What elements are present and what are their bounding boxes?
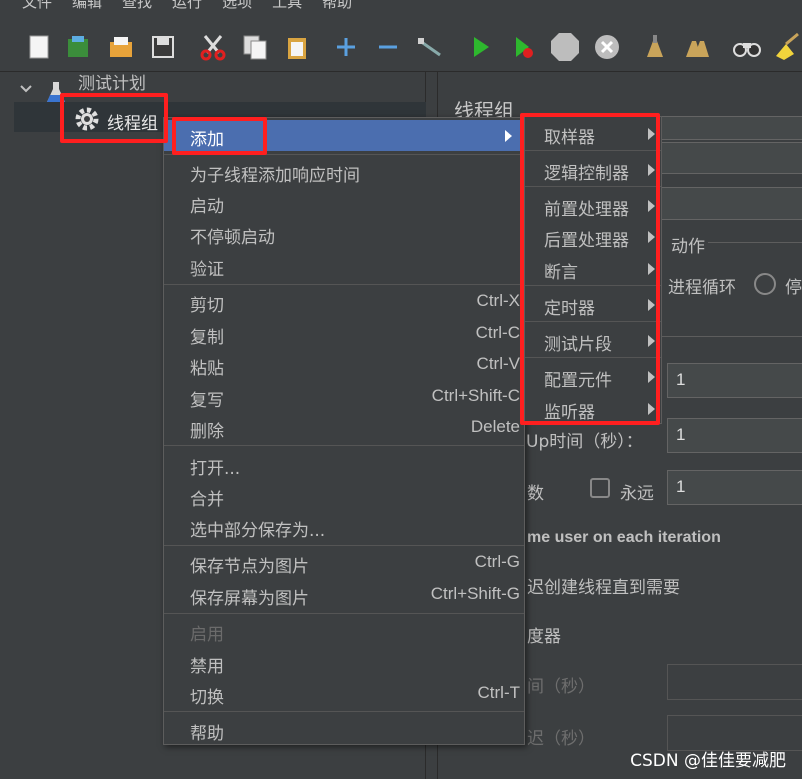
menu-item-copy[interactable]: 复制 Ctrl-C: [164, 318, 524, 349]
annotation-box-add: [172, 117, 267, 155]
menu-item-toggle[interactable]: 切换 Ctrl-T: [164, 678, 524, 709]
stop-radio-label: 停: [785, 278, 802, 298]
name-field[interactable]: [658, 116, 802, 140]
scheduler-label: 度器: [527, 627, 561, 647]
clear-all-icon[interactable]: [682, 32, 712, 62]
save-icon[interactable]: [148, 32, 178, 62]
new-icon[interactable]: [24, 32, 54, 62]
expand-icon[interactable]: [331, 32, 361, 62]
menu-tools[interactable]: 工具: [262, 0, 312, 18]
rampup-field[interactable]: 1: [667, 418, 802, 453]
menu-search[interactable]: 查找: [112, 0, 162, 18]
stop-icon[interactable]: [549, 32, 579, 62]
menu-item-duplicate[interactable]: 复写 Ctrl+Shift-C: [164, 381, 524, 412]
tree-node-test-plan[interactable]: 测试计划: [78, 76, 146, 93]
menu-item-cut[interactable]: 剪切 Ctrl-X: [164, 286, 524, 317]
collapse-icon[interactable]: [373, 32, 403, 62]
menu-file[interactable]: 文件: [0, 0, 62, 18]
divider: [708, 242, 802, 243]
separator: [164, 613, 524, 614]
tree-collapse-chevron-icon[interactable]: [19, 84, 33, 94]
rampup-label: Up时间（秒）：: [526, 432, 643, 452]
clear-icon[interactable]: [640, 32, 670, 62]
open-icon[interactable]: [106, 32, 136, 62]
menu-item-validate[interactable]: 验证: [164, 250, 524, 281]
annotation-box-submenu: [520, 113, 660, 425]
menu-edit[interactable]: 编辑: [62, 0, 112, 18]
menu-item-save-screen-image[interactable]: 保存屏幕为图片 Ctrl+Shift-G: [164, 579, 524, 610]
shutdown-icon[interactable]: [592, 32, 622, 62]
rampup-value: 1: [676, 425, 686, 444]
watermark: CSDN @佳佳要减肥: [630, 751, 786, 771]
delay-create-label: 迟创建线程直到需要: [527, 578, 680, 598]
menu-item-start-no-pause[interactable]: 不停顿启动: [164, 218, 524, 249]
separator: [164, 284, 524, 285]
duration-label: 间（秒）: [527, 677, 595, 697]
separator: [164, 545, 524, 546]
menu-item-help[interactable]: 帮助: [164, 714, 524, 745]
action-label: 动作: [671, 237, 705, 257]
menu-item-start[interactable]: 启动: [164, 187, 524, 218]
menu-help[interactable]: 帮助: [312, 0, 362, 18]
divider: [658, 336, 802, 337]
menu-item-save-selection[interactable]: 选中部分保存为...: [164, 511, 524, 542]
loop-count-value: 1: [676, 477, 686, 496]
stop-thread-radio[interactable]: [754, 273, 776, 295]
context-menu: 添加 为子线程添加响应时间 启动 不停顿启动 验证 剪切 Ctrl-X 复制 Ctr…: [163, 117, 525, 745]
menu-item-merge[interactable]: 合并: [164, 480, 524, 511]
menu-item-paste[interactable]: 粘贴 Ctrl-V: [164, 349, 524, 380]
duration-field[interactable]: [667, 664, 802, 700]
menu-item-save-node-image[interactable]: 保存节点为图片 Ctrl-G: [164, 547, 524, 578]
templates-icon[interactable]: [63, 32, 93, 62]
menu-options[interactable]: 选项: [212, 0, 262, 18]
toggle-icon[interactable]: [415, 32, 445, 62]
menu-item-remove[interactable]: 删除 Delete: [164, 412, 524, 443]
menu-item-disable[interactable]: 禁用: [164, 647, 524, 678]
paste-icon[interactable]: [282, 32, 312, 62]
menu-item-open[interactable]: 打开...: [164, 449, 524, 480]
start-no-pause-icon[interactable]: [507, 32, 537, 62]
search-icon[interactable]: [732, 32, 762, 62]
loop-radio-label: 进程循环: [668, 278, 736, 298]
separator: [164, 711, 524, 712]
jmeter-window: 文件 编辑 查找 运行 选项 工具 帮助 测试计划 线程组 线程组 动作 进程循…: [0, 0, 802, 779]
same-user-label: me user on each iteration: [527, 529, 721, 546]
menu-item-enable: 启用: [190, 625, 224, 645]
separator: [164, 445, 524, 446]
cut-icon[interactable]: [198, 32, 228, 62]
submenu-arrow-icon: [505, 130, 512, 142]
annotation-box-thread-group: [60, 93, 168, 143]
forever-checkbox[interactable]: [590, 478, 610, 498]
menu-run[interactable]: 运行: [162, 0, 212, 18]
menubar: 文件 编辑 查找 运行 选项 工具 帮助: [0, 0, 802, 22]
reset-search-icon[interactable]: [772, 32, 802, 62]
start-icon[interactable]: [465, 32, 495, 62]
menu-item-add-think-time[interactable]: 为子线程添加响应时间: [164, 156, 524, 187]
toolbar: [0, 22, 802, 72]
forever-label: 永远: [620, 484, 654, 504]
threads-field[interactable]: 1: [667, 363, 802, 398]
copy-icon[interactable]: [240, 32, 270, 62]
loop-count-label: 数: [527, 484, 544, 504]
startup-delay-label: 迟（秒）: [527, 729, 595, 749]
threads-value: 1: [676, 370, 686, 389]
loop-count-field[interactable]: 1: [667, 470, 802, 505]
comment-field[interactable]: [658, 142, 802, 174]
comment-area[interactable]: [658, 187, 802, 220]
